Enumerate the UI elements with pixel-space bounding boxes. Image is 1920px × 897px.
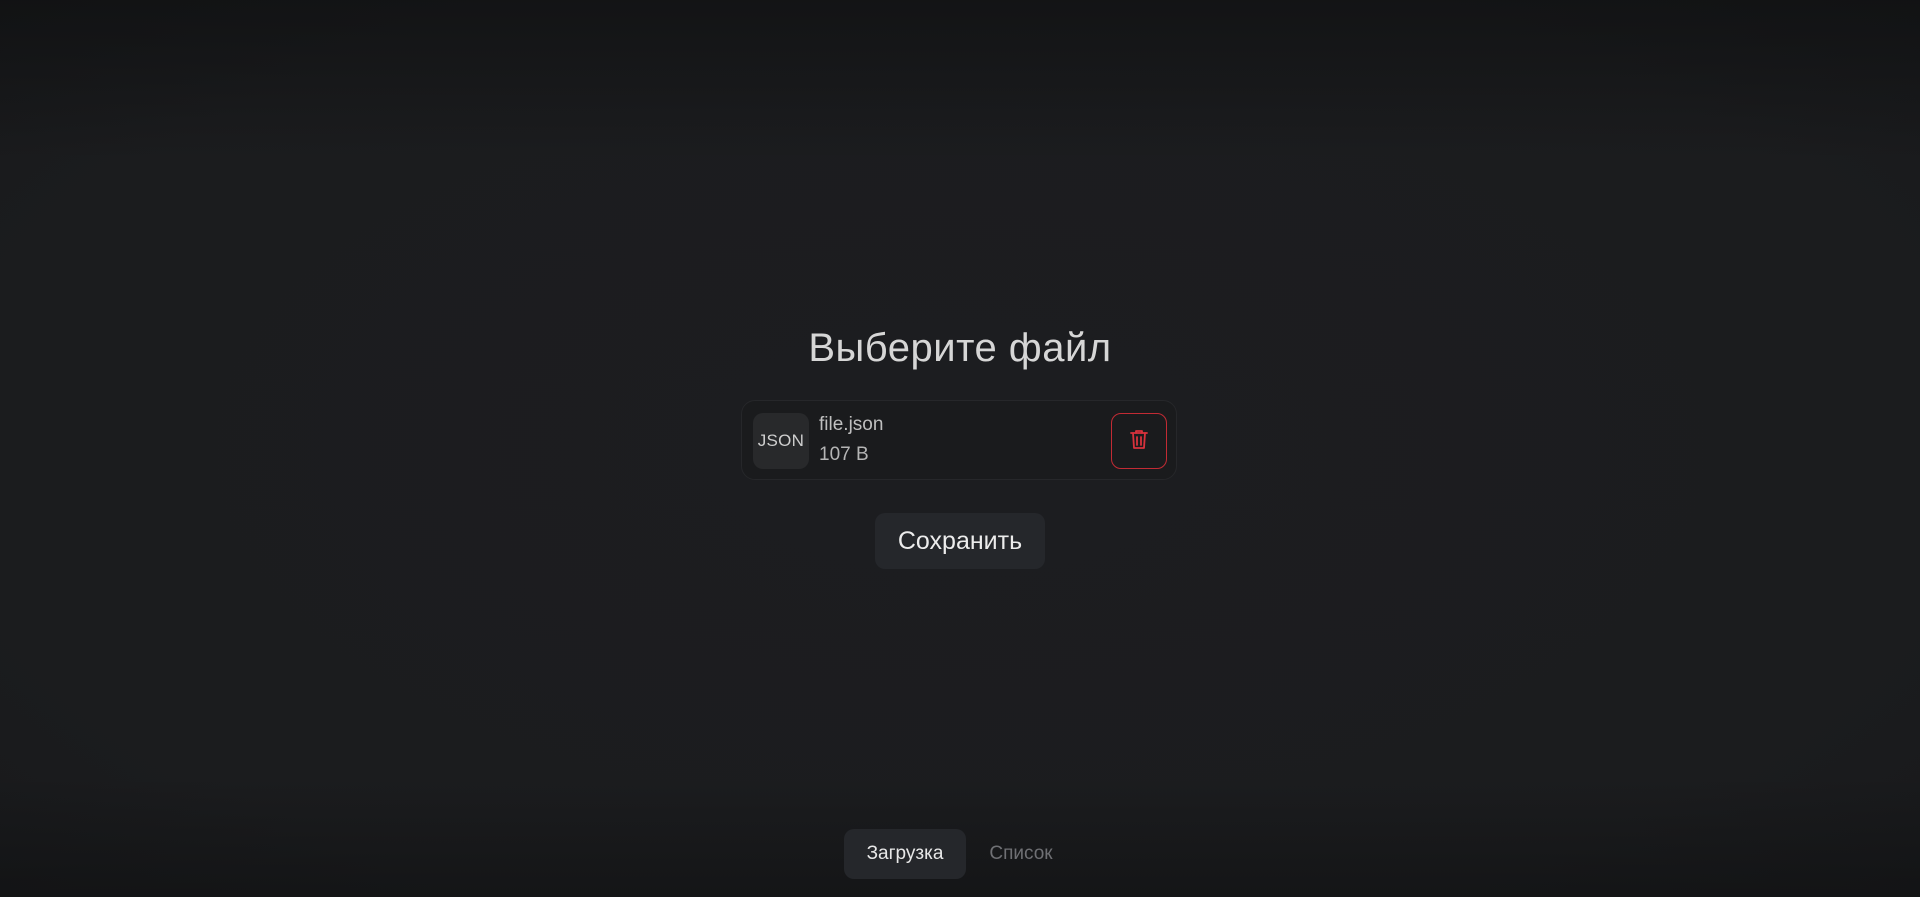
file-name: file.json <box>819 414 884 435</box>
file-type-badge: JSON <box>753 413 809 469</box>
bottom-nav: Загрузка Список <box>844 829 1076 879</box>
background-top-shade <box>0 0 1920 160</box>
save-button[interactable]: Сохранить <box>875 513 1045 569</box>
tab-list[interactable]: Список <box>966 829 1076 879</box>
page-title: Выберите файл <box>808 326 1112 370</box>
file-size: 107 B <box>819 444 869 465</box>
file-card: JSON file.json 107 B <box>741 400 1177 480</box>
trash-icon <box>1129 428 1149 455</box>
delete-file-button[interactable] <box>1111 413 1167 469</box>
tab-upload[interactable]: Загрузка <box>844 829 966 879</box>
